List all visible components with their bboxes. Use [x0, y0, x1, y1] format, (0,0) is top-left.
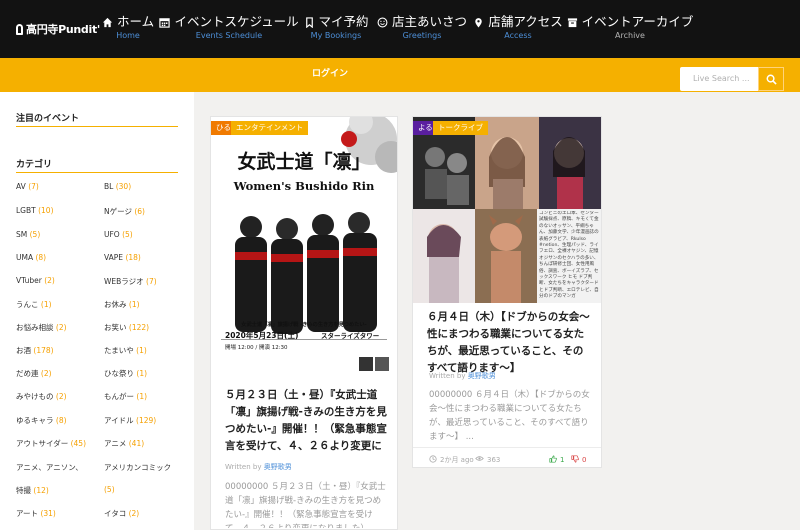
- search-icon: [766, 70, 777, 89]
- thumbs-up-icon: [549, 455, 557, 465]
- category-divider: [16, 172, 178, 173]
- home-icon: [102, 17, 113, 28]
- category-link[interactable]: お笑い (122): [104, 322, 149, 333]
- nav-sub-access: Access: [504, 31, 532, 40]
- category-link[interactable]: イタコ (2): [104, 508, 139, 519]
- like-button[interactable]: 1: [549, 455, 564, 465]
- nav-item-events[interactable]: イベントスケジュール Events Schedule: [159, 14, 299, 42]
- category-link[interactable]: アイドル (129): [104, 415, 156, 426]
- category-link[interactable]: VAPE (18): [104, 253, 141, 262]
- nav-item-access[interactable]: 店舗アクセス Access: [475, 14, 563, 42]
- logo-mark-icon: [16, 23, 23, 35]
- category-link[interactable]: BL (30): [104, 182, 131, 191]
- featured-events-heading: 注目のイベント: [16, 114, 80, 124]
- nav-sub-home: Home: [116, 31, 140, 40]
- nav-sub-bookings: My Bookings: [310, 31, 362, 40]
- writer-line: Written by 奥野歌男: [429, 372, 496, 380]
- bookmark-icon: [304, 16, 315, 28]
- category-link[interactable]: SM (5): [16, 230, 40, 239]
- nav-sub-events: Events Schedule: [195, 31, 263, 40]
- category-link[interactable]: アウトサイダー (45): [16, 438, 86, 449]
- writer-line: Written by 奥野歌男: [225, 463, 292, 471]
- search-button[interactable]: [758, 67, 784, 91]
- category-link[interactable]: だめ連 (2): [16, 368, 52, 379]
- category-link[interactable]: アニメ、アニソン、: [16, 462, 83, 473]
- category-link[interactable]: お酒 (178): [16, 345, 54, 356]
- nav-item-bookings[interactable]: マイ予約 My Bookings: [305, 14, 369, 42]
- map-marker-icon: [473, 17, 484, 28]
- category-link[interactable]: 特撮 (12): [16, 485, 49, 496]
- category-link[interactable]: たまいや (1): [104, 345, 147, 356]
- featured-divider: [16, 126, 178, 127]
- category-link[interactable]: UFO (5): [104, 230, 133, 239]
- poster-subtitle: Women's Bushido Rin: [233, 179, 375, 193]
- nav-label-events: イベントスケジュール: [174, 14, 299, 29]
- event-excerpt: 00000000 ５月２３日（土・昼）『女武士道「凛」旗揚げ戦-きみの生き方を見…: [225, 482, 386, 528]
- nav-sub-archive: Archive: [615, 31, 645, 40]
- nav-sub-greetings: Greetings: [402, 31, 442, 40]
- category-link[interactable]: LGBT (10): [16, 206, 54, 215]
- category-heading: カテゴリ: [16, 160, 53, 170]
- category-link[interactable]: Nゲージ (6): [104, 206, 145, 217]
- genre-tag[interactable]: トークライブ: [433, 121, 488, 135]
- nav-item-home[interactable]: ホーム Home: [102, 14, 155, 42]
- dislike-button[interactable]: 0: [571, 455, 586, 465]
- poster-date: 2020年5月23日(土): [225, 331, 299, 340]
- event-title[interactable]: ６月４日（木）【ドブからの女会〜性にまつわる職業についてる女たちが、最近思ってい…: [427, 309, 591, 377]
- nav-item-greetings[interactable]: 店主あいさつ Greetings: [377, 14, 467, 42]
- category-link[interactable]: アート (31): [16, 508, 56, 519]
- card-footer-divider: [413, 447, 601, 448]
- nav-label-bookings: マイ予約: [318, 14, 369, 29]
- category-link[interactable]: (5): [104, 485, 115, 494]
- clock-icon: [429, 455, 437, 465]
- smile-icon: [377, 17, 388, 28]
- category-link[interactable]: みやけもの (2): [16, 391, 67, 402]
- category-link[interactable]: VTuber (2): [16, 276, 55, 285]
- login-link[interactable]: ログイン: [300, 66, 360, 79]
- thumbs-down-icon: [571, 455, 579, 465]
- search-input[interactable]: Live Search ...: [680, 67, 758, 91]
- nav-label-access: 店舗アクセス: [488, 14, 563, 29]
- genre-tag[interactable]: エンタテインメント: [231, 121, 309, 135]
- writer-link[interactable]: 奥野歌男: [468, 372, 496, 380]
- event-poster-image[interactable]: 女武士道「凛」 Women's Bushido Rin 女武士道「凛」旗揚げ戦 …: [211, 117, 397, 379]
- top-navigation: 高円寺Pundit' ホーム Home イベントスケジュール Events Sc…: [0, 0, 800, 58]
- category-link[interactable]: WEBラジオ (7): [104, 276, 157, 287]
- nav-item-archive[interactable]: イベントアーカイブ Archive: [567, 14, 693, 42]
- writer-link[interactable]: 奥野歌男: [264, 463, 292, 471]
- poster-venue: スターライズタワー: [321, 332, 380, 340]
- category-link[interactable]: お休み (1): [104, 299, 140, 310]
- nav-label-home: ホーム: [116, 14, 155, 29]
- poster-caption: 女武士道「凛」旗揚げ戦 -きみの生き方を見つめたい-: [241, 322, 367, 328]
- category-link[interactable]: アメリカンコミック: [104, 462, 171, 473]
- category-link[interactable]: アニメ (41): [104, 438, 144, 449]
- category-link[interactable]: ゆるキャラ (8): [16, 415, 67, 426]
- event-excerpt: 00000000 ６月４日（木）【ドブからの女会〜性にまつわる職業についてる女た…: [429, 390, 590, 442]
- event-card[interactable]: 女武士道「凛」 Women's Bushido Rin 女武士道「凛」旗揚げ戦 …: [210, 116, 398, 530]
- collage-caption: コンビニのエロ本、センター試験採点、原稿、キモくて金のないオッサン、平綱ちゃん、…: [539, 211, 599, 300]
- event-title[interactable]: ５月２３日（土・昼）『女武士道「凛」旗揚げ戦-きみの生き方を見つめたい-』開催！…: [225, 387, 387, 455]
- poster-title: 女武士道「凛」: [237, 151, 371, 173]
- event-card[interactable]: コンビニのエロ本、センター試験採点、原稿、キモくて金のないオッサン、平綱ちゃん、…: [412, 116, 602, 468]
- eye-icon: [475, 455, 484, 464]
- category-link[interactable]: UMA (8): [16, 253, 46, 262]
- logo-text: 高円寺Pundit': [26, 23, 100, 36]
- category-link[interactable]: ひな祭り (1): [104, 368, 147, 379]
- category-link[interactable]: もんがー (1): [104, 391, 147, 402]
- nav-label-greetings: 店主あいさつ: [392, 14, 468, 29]
- category-link[interactable]: お悩み相談 (2): [16, 322, 67, 333]
- calendar-icon: [159, 17, 171, 28]
- nav-label-archive: イベントアーカイブ: [581, 14, 694, 29]
- archive-icon: [567, 17, 578, 28]
- event-collage-image[interactable]: コンビニのエロ本、センター試験採点、原稿、キモくて金のないオッサン、平綱ちゃん、…: [413, 117, 601, 303]
- post-time: 2か月 ago: [429, 455, 474, 465]
- category-link[interactable]: AV (7): [16, 182, 39, 191]
- site-logo[interactable]: 高円寺Pundit': [16, 19, 100, 39]
- sidebar: 注目のイベント カテゴリ AV (7) BL (30) LGBT (10) Nゲ…: [0, 92, 194, 530]
- view-count: 363: [475, 455, 500, 464]
- poster-time: 開場 12:00 / 開演 12:30: [225, 345, 288, 351]
- category-link[interactable]: うんこ (1): [16, 299, 52, 310]
